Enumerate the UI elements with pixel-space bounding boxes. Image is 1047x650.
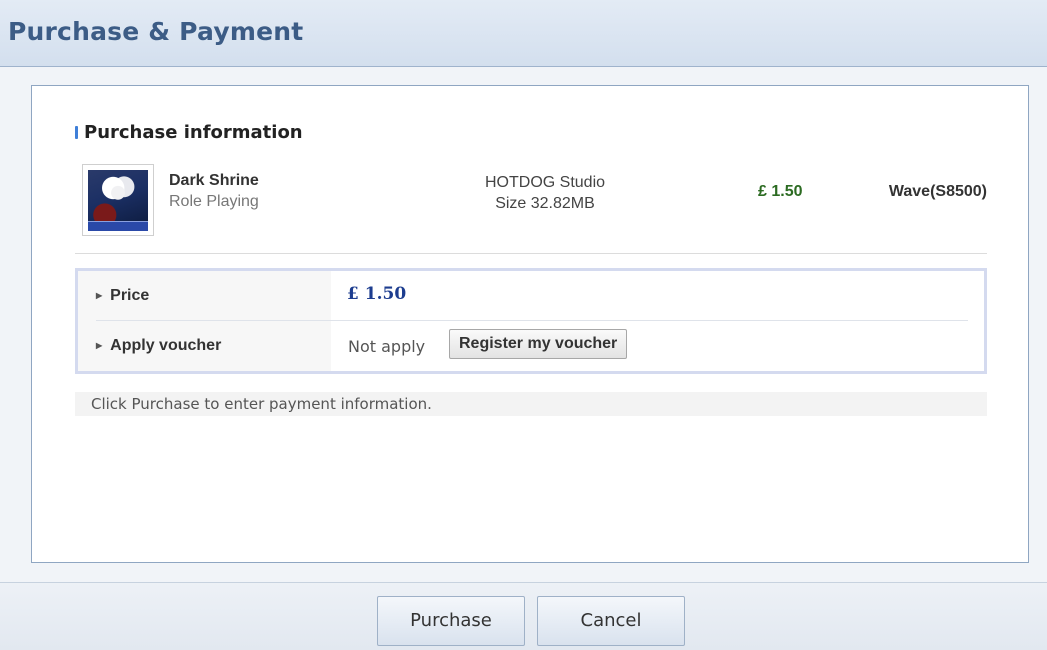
purchase-button[interactable]: Purchase — [377, 596, 525, 646]
register-voucher-button[interactable]: Register my voucher — [449, 329, 628, 359]
game-thumbnail-icon — [82, 164, 154, 236]
voucher-label-wrap: ▶ Apply voucher — [96, 337, 221, 355]
game-genre: Role Playing — [169, 193, 259, 210]
developer-name: HOTDOG Studio — [484, 174, 606, 191]
price-row: ▶ Price £ 1.50 — [78, 271, 984, 321]
game-name: Dark Shrine — [169, 172, 259, 189]
file-size: Size 32.82MB — [495, 195, 595, 212]
game-artwork-band — [88, 221, 148, 231]
footer-bar: Purchase Cancel — [0, 582, 1047, 650]
section-marker-icon — [75, 126, 78, 139]
product-price: £ 1.50 — [758, 183, 803, 200]
section-title: Purchase information — [84, 122, 303, 143]
content-area: Purchase information Dark Shrine Role Pl… — [0, 67, 1047, 582]
price-summary-box: ▶ Price £ 1.50 ▶ Apply voucher Not apply R… — [75, 268, 987, 374]
product-row: Dark Shrine Role Playing HOTDOG Studio S… — [75, 163, 987, 254]
developer-info: HOTDOG Studio Size 32.82MB — [435, 172, 655, 214]
section-header: Purchase information — [75, 122, 303, 143]
window-title: Purchase & Payment — [8, 17, 304, 46]
voucher-row: ▶ Apply voucher Not apply Register my vou… — [78, 321, 984, 371]
triangle-bullet-icon: ▶ — [96, 291, 103, 300]
info-note: Click Purchase to enter payment informat… — [75, 392, 987, 416]
purchase-panel: Purchase information Dark Shrine Role Pl… — [31, 85, 1029, 563]
price-label: Price — [110, 287, 150, 304]
title-bar: Purchase & Payment — [0, 0, 1047, 67]
info-note-text: Click Purchase to enter payment informat… — [91, 395, 432, 413]
price-value: £ 1.50 — [347, 284, 407, 304]
triangle-bullet-icon: ▶ — [96, 341, 103, 350]
voucher-label: Apply voucher — [110, 337, 222, 354]
voucher-status: Not apply — [348, 337, 426, 356]
cancel-button[interactable]: Cancel — [537, 596, 685, 646]
price-label-wrap: ▶ Price — [96, 287, 149, 305]
carrier-name: Wave(S8500) — [888, 183, 987, 200]
